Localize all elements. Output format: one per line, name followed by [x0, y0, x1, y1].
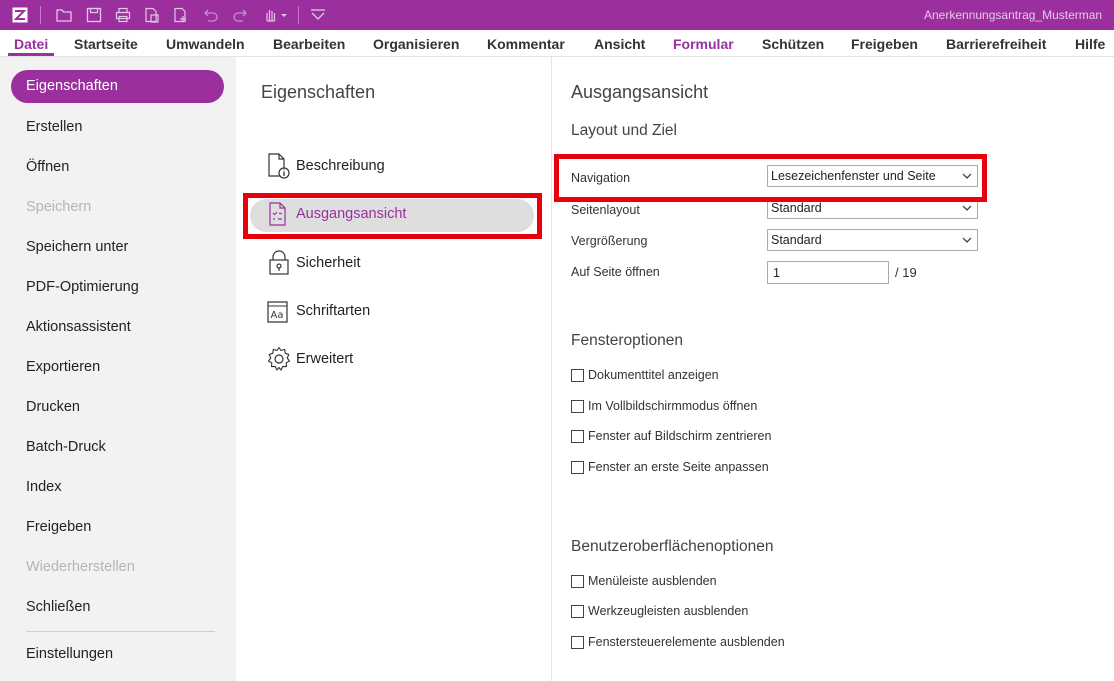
- nav-item-speichern-unter[interactable]: Speichern unter: [26, 239, 128, 255]
- open-page-value: 1: [773, 266, 780, 280]
- checkbox-box[interactable]: [571, 605, 584, 618]
- category-label: Schriftarten: [296, 303, 371, 319]
- category-label: Erweitert: [296, 351, 354, 367]
- open-page-label: Auf Seite öffnen: [571, 265, 660, 279]
- menu-formular[interactable]: Formular: [673, 36, 734, 52]
- checkbox-label: Dokumenttitel anzeigen: [588, 368, 719, 382]
- menu-ansicht[interactable]: Ansicht: [594, 36, 645, 52]
- initial-view-settings: Ausgangsansicht Layout und Ziel Navigati…: [553, 57, 1114, 681]
- app-logo-icon[interactable]: [12, 7, 28, 23]
- menu-bearbeiten[interactable]: Bearbeiten: [273, 36, 345, 52]
- zoom-select[interactable]: Standard: [767, 229, 978, 251]
- chevron-down-icon: [962, 236, 972, 244]
- checkbox-box[interactable]: [571, 636, 584, 649]
- nav-item-aktionsassistent[interactable]: Aktionsassistent: [26, 319, 131, 335]
- properties-category-panel: Eigenschaften Beschreibung Ausgangsansic…: [236, 57, 552, 681]
- nav-item-drucken[interactable]: Drucken: [26, 399, 80, 415]
- chevron-down-icon: [962, 204, 972, 212]
- open-page-input[interactable]: 1: [767, 261, 889, 284]
- print-icon[interactable]: [115, 7, 131, 23]
- menu-startseite[interactable]: Startseite: [74, 36, 138, 52]
- backstage-nav: Eigenschaften Erstellen Öffnen Speichern…: [0, 57, 236, 681]
- nav-item-index[interactable]: Index: [26, 479, 61, 495]
- nav-divider: [26, 631, 215, 632]
- save-icon[interactable]: [86, 7, 102, 23]
- document-title: Anerkennungsantrag_Musterman: [924, 8, 1103, 22]
- checkbox-box[interactable]: [571, 400, 584, 413]
- checkbox-box[interactable]: [571, 430, 584, 443]
- hand-tool-icon[interactable]: [262, 7, 288, 23]
- copy-file-icon[interactable]: [144, 7, 160, 23]
- active-menu-underline: [8, 53, 54, 56]
- page-layout-label: Seitenlayout: [571, 203, 640, 217]
- menu-datei[interactable]: Datei: [14, 36, 48, 52]
- panel-title: Eigenschaften: [261, 82, 376, 102]
- page-layout-value: Standard: [771, 201, 822, 215]
- zoom-label: Vergrößerung: [571, 234, 648, 248]
- checkbox-label: Fenstersteuerelemente ausblenden: [588, 635, 785, 649]
- menu-hilfe[interactable]: Hilfe: [1075, 36, 1105, 52]
- ribbon-menu-bar: Datei Startseite Umwandeln Bearbeiten Or…: [0, 30, 1114, 57]
- checkbox-label: Fenster an erste Seite anpassen: [588, 460, 769, 474]
- checkbox-label: Werkzeugleisten ausblenden: [588, 604, 749, 618]
- menu-barrierefreiheit[interactable]: Barrierefreiheit: [946, 36, 1046, 52]
- window-options-heading: Fensteroptionen: [571, 332, 684, 349]
- nav-item-oeffnen[interactable]: Öffnen: [26, 159, 69, 175]
- checkbox-label: Fenster auf Bildschirm zentrieren: [588, 429, 772, 443]
- checkbox-label: Menüleiste ausblenden: [588, 574, 717, 588]
- checkbox-box[interactable]: [571, 369, 584, 382]
- font-icon: Aa: [266, 297, 292, 325]
- new-file-icon[interactable]: [173, 7, 189, 23]
- nav-item-wiederherstellen: Wiederherstellen: [26, 559, 135, 575]
- nav-item-schliessen[interactable]: Schließen: [26, 599, 90, 615]
- menu-freigeben[interactable]: Freigeben: [851, 36, 918, 52]
- layout-section-heading: Layout und Ziel: [571, 122, 677, 139]
- customize-toolbar-icon[interactable]: [310, 7, 326, 23]
- checkbox-label: Im Vollbildschirmmodus öffnen: [588, 399, 758, 413]
- document-info-icon: [266, 152, 292, 180]
- checkbox-box[interactable]: [571, 461, 584, 474]
- category-label: Sicherheit: [296, 255, 361, 271]
- redo-icon[interactable]: [232, 7, 248, 23]
- page-total: / 19: [895, 265, 917, 280]
- highlight-box-navigation: [554, 154, 987, 202]
- menu-kommentar[interactable]: Kommentar: [487, 36, 565, 52]
- nav-item-eigenschaften[interactable]: Eigenschaften: [11, 70, 224, 103]
- nav-item-exportieren[interactable]: Exportieren: [26, 359, 100, 375]
- toolbar-divider: [40, 6, 41, 24]
- settings-title: Ausgangsansicht: [571, 82, 709, 102]
- open-folder-icon[interactable]: [56, 7, 72, 23]
- category-label: Beschreibung: [296, 158, 385, 174]
- highlight-box-ausgangsansicht: [243, 193, 542, 239]
- nav-item-batch-druck[interactable]: Batch-Druck: [26, 439, 106, 455]
- title-bar: Anerkennungsantrag_Musterman: [0, 0, 1114, 30]
- svg-text:Aa: Aa: [271, 310, 284, 321]
- nav-item-label: Eigenschaften: [26, 78, 118, 94]
- nav-item-erstellen[interactable]: Erstellen: [26, 119, 82, 135]
- lock-icon: [266, 249, 292, 277]
- menu-organisieren[interactable]: Organisieren: [373, 36, 459, 52]
- menu-schuetzen[interactable]: Schützen: [762, 36, 824, 52]
- nav-item-pdf-optimierung[interactable]: PDF-Optimierung: [26, 279, 139, 295]
- ui-options-heading: Benutzeroberflächenoptionen: [571, 538, 774, 555]
- zoom-value: Standard: [771, 233, 822, 247]
- checkbox-box[interactable]: [571, 575, 584, 588]
- gear-icon: [266, 345, 292, 373]
- menu-umwandeln[interactable]: Umwandeln: [166, 36, 245, 52]
- nav-item-einstellungen[interactable]: Einstellungen: [26, 646, 113, 662]
- toolbar-divider: [298, 6, 299, 24]
- nav-item-speichern: Speichern: [26, 199, 92, 215]
- undo-icon[interactable]: [203, 7, 219, 23]
- nav-item-freigeben[interactable]: Freigeben: [26, 519, 91, 535]
